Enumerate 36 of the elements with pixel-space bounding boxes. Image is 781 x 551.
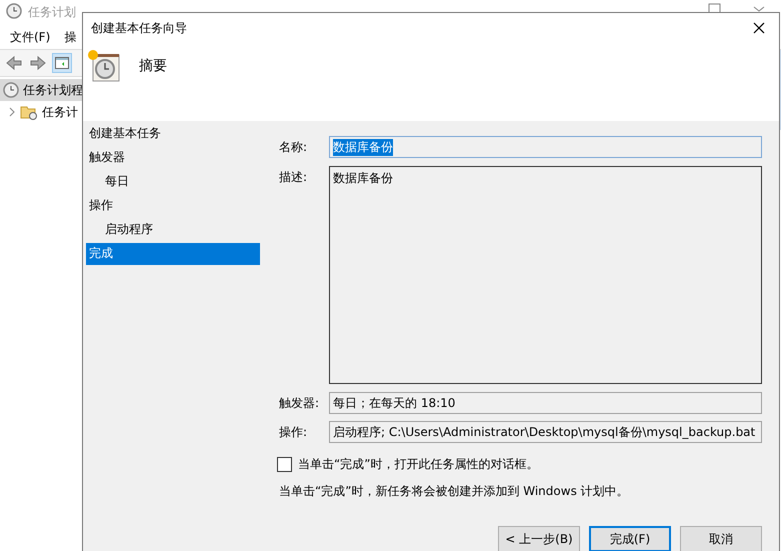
page-heading: 摘要	[139, 57, 167, 75]
console-tree-button[interactable]	[52, 53, 72, 73]
forward-icon[interactable]	[28, 53, 48, 73]
dialog-title: 创建基本任务向导	[91, 20, 187, 36]
dialog-button[interactable]: < 上一步(B)	[498, 526, 580, 551]
clock-icon	[3, 82, 19, 98]
wizard-step[interactable]: 每日	[86, 171, 260, 195]
tree-label: 任务计划程	[23, 82, 83, 98]
description-field[interactable]: 数据库备份	[329, 166, 762, 384]
info-text: 当单击“完成”时，新任务将会被创建并添加到 Windows 计划中。	[279, 483, 630, 500]
checkbox-label: 当单击“完成”时，打开此任务属性的对话框。	[298, 456, 538, 473]
tree-item[interactable]: 任务计	[0, 101, 781, 123]
back-icon[interactable]	[4, 53, 24, 73]
field-label: 名称:	[279, 138, 308, 156]
dialog-button[interactable]: 完成(F)	[589, 526, 671, 551]
wizard-step[interactable]: 完成	[86, 243, 260, 265]
checkbox[interactable]	[277, 457, 292, 472]
field-label: 触发器:	[279, 394, 320, 412]
wizard-step[interactable]: 启动程序	[86, 219, 260, 243]
clock-icon	[6, 3, 22, 19]
menu-item[interactable]: 文件(F)	[10, 28, 50, 46]
dialog-button[interactable]: 取消	[680, 526, 762, 551]
text-field[interactable]: 每日；在每天的 18:10	[329, 392, 762, 414]
tree-label: 任务计	[42, 104, 78, 120]
field-label: 描述:	[279, 169, 308, 186]
window-title: 任务计划	[28, 4, 76, 21]
field-label: 操作:	[279, 424, 308, 440]
wizard-step[interactable]: 触发器	[86, 147, 260, 171]
clock-icon	[87, 49, 121, 83]
text-field[interactable]: 启动程序; C:\Users\Administrator\Desktop\mysql备份\mysql_backup.bat	[329, 421, 762, 443]
folder-icon	[20, 104, 38, 120]
menu-item[interactable]: 操	[64, 28, 76, 46]
text-field[interactable]: 数据库备份	[329, 136, 762, 158]
expand-icon[interactable]	[8, 107, 16, 117]
wizard-step[interactable]: 操作	[86, 195, 260, 219]
wizard-step[interactable]: 创建基本任务	[86, 123, 260, 147]
